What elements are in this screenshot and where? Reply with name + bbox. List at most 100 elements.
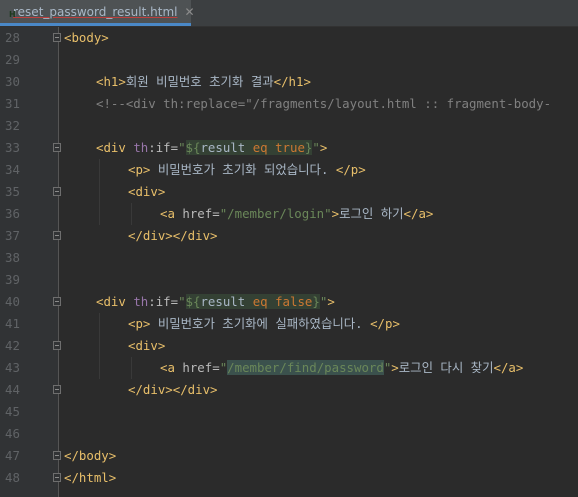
code-text: <a href="/member/find/password">로그인 다시 찾… bbox=[160, 357, 523, 379]
fold-marker-icon[interactable] bbox=[53, 385, 61, 394]
code-token: :if= bbox=[148, 140, 179, 155]
code-line[interactable]: 32 bbox=[0, 115, 578, 137]
line-number: 45 bbox=[5, 404, 20, 419]
line-number: 33 bbox=[5, 140, 20, 155]
code-token: <!--<div th:replace="/fragments/layout.h… bbox=[96, 96, 552, 111]
code-token: <div> bbox=[128, 338, 166, 353]
code-text: <div> bbox=[128, 335, 165, 357]
code-text: </div></div> bbox=[128, 225, 218, 247]
code-token: /member/find/password bbox=[227, 360, 384, 375]
fold-marker-icon[interactable] bbox=[53, 341, 61, 350]
code-line[interactable]: 36 <a href="/member/login">로그인 하기</a> bbox=[0, 203, 578, 225]
editor-tab-bar: reset_password_result.html ✕ bbox=[0, 0, 578, 27]
code-line[interactable]: 30 <h1>회원 비밀번호 초기화 결과</h1> bbox=[0, 71, 578, 93]
code-token: true bbox=[275, 140, 305, 155]
code-token: eq bbox=[252, 294, 276, 309]
code-text: </body> bbox=[64, 445, 116, 467]
code-token: </a> bbox=[403, 206, 434, 221]
line-number: 38 bbox=[5, 250, 20, 265]
fold-marker-icon[interactable] bbox=[53, 451, 61, 460]
code-line[interactable]: 40 <div th:if="${result eq false}"> bbox=[0, 291, 578, 313]
code-token: 로그인 다시 찾기 bbox=[398, 360, 494, 375]
code-line[interactable]: 31 <!--<div th:replace="/fragments/layout… bbox=[0, 93, 578, 115]
code-text: <p> 비밀번호가 초기화 되었습니다. </p> bbox=[128, 159, 366, 181]
code-text: <div> bbox=[128, 181, 165, 203]
code-token: result bbox=[200, 294, 253, 309]
code-line[interactable]: 41 <p> 비밀번호가 초기화에 실패하였습니다. </p> bbox=[0, 313, 578, 335]
code-line[interactable]: 28 <body> bbox=[0, 27, 578, 49]
code-token: <div> bbox=[128, 184, 166, 199]
line-number: 40 bbox=[5, 294, 20, 309]
code-token: </body> bbox=[64, 448, 117, 463]
code-token: eq bbox=[252, 140, 276, 155]
code-token: <body> bbox=[64, 30, 109, 45]
code-line[interactable]: 29 bbox=[0, 49, 578, 71]
fold-marker-icon[interactable] bbox=[53, 297, 61, 306]
line-number: 46 bbox=[5, 426, 20, 441]
code-token: > bbox=[327, 294, 335, 309]
code-text: <a href="/member/login">로그인 하기</a> bbox=[160, 203, 433, 225]
code-token: </a> bbox=[493, 360, 524, 375]
code-line[interactable]: 38 bbox=[0, 247, 578, 269]
code-line[interactable]: 47 </body> bbox=[0, 445, 578, 467]
fold-marker-icon[interactable] bbox=[53, 187, 61, 196]
close-icon[interactable]: ✕ bbox=[184, 5, 194, 19]
line-number: 35 bbox=[5, 184, 20, 199]
fold-marker-icon[interactable] bbox=[53, 473, 61, 482]
fold-marker-icon[interactable] bbox=[53, 143, 61, 152]
code-token: </h1> bbox=[273, 74, 311, 89]
code-token: result bbox=[200, 140, 253, 155]
code-token: 비밀번호가 초기화 되었습니다. bbox=[150, 162, 336, 177]
code-token: <a bbox=[160, 206, 183, 221]
line-number: 37 bbox=[5, 228, 20, 243]
code-line[interactable]: 48 </html> bbox=[0, 467, 578, 489]
code-line[interactable]: 45 bbox=[0, 401, 578, 423]
code-line[interactable]: 34 <p> 비밀번호가 초기화 되었습니다. </p> bbox=[0, 159, 578, 181]
line-number: 31 bbox=[5, 96, 20, 111]
code-token: } bbox=[312, 294, 320, 309]
code-token: <a bbox=[160, 360, 183, 375]
tab-filename: reset_password_result.html bbox=[13, 4, 178, 19]
code-line[interactable]: 39 bbox=[0, 269, 578, 291]
code-token: 비밀번호가 초기화에 실패하였습니다. bbox=[150, 316, 371, 331]
fold-marker-icon[interactable] bbox=[53, 33, 61, 42]
code-token: > bbox=[391, 360, 399, 375]
code-token: <h1> bbox=[96, 74, 126, 89]
code-text: <body> bbox=[64, 27, 109, 49]
code-token: > bbox=[331, 206, 340, 221]
code-text: <!--<div th:replace="/fragments/layout.h… bbox=[96, 93, 551, 115]
code-token: "/member/login" bbox=[219, 206, 332, 221]
line-number: 44 bbox=[5, 382, 20, 397]
line-number: 29 bbox=[5, 52, 20, 67]
code-token: </div></div> bbox=[128, 228, 218, 243]
code-line[interactable]: 44 </div></div> bbox=[0, 379, 578, 401]
code-token: ${ bbox=[185, 294, 201, 309]
line-number: 47 bbox=[5, 448, 20, 463]
code-line[interactable]: 35 <div> bbox=[0, 181, 578, 203]
code-line[interactable]: 37 </div></div> bbox=[0, 225, 578, 247]
code-token: ${ bbox=[185, 140, 201, 155]
code-editor[interactable]: 28 <body> 29 30 <h1>회원 비밀번호 초기화 결과</h1> 31 <!-… bbox=[0, 27, 578, 497]
code-token: th bbox=[133, 140, 149, 155]
code-token: href= bbox=[182, 206, 220, 221]
code-token: <div bbox=[96, 140, 134, 155]
tab-reset-password-result[interactable]: reset_password_result.html ✕ bbox=[0, 0, 195, 26]
code-token: > bbox=[319, 140, 328, 155]
code-token: " bbox=[312, 140, 320, 155]
line-number: 41 bbox=[5, 316, 20, 331]
code-token: :if= bbox=[148, 294, 179, 309]
line-number: 48 bbox=[5, 470, 20, 485]
line-number: 34 bbox=[5, 162, 20, 177]
line-number: 32 bbox=[5, 118, 20, 133]
code-token: th bbox=[133, 294, 149, 309]
code-line[interactable]: 43 <a href="/member/find/password">로그인 다시… bbox=[0, 357, 578, 379]
code-line[interactable]: 42 <div> bbox=[0, 335, 578, 357]
line-number: 42 bbox=[5, 338, 20, 353]
fold-marker-icon[interactable] bbox=[53, 231, 61, 240]
code-text: <p> 비밀번호가 초기화에 실패하였습니다. </p> bbox=[128, 313, 400, 335]
code-token: <p> bbox=[128, 162, 151, 177]
line-number: 43 bbox=[5, 360, 20, 375]
code-line[interactable]: 33 <div th:if="${result eq true}"> bbox=[0, 137, 578, 159]
line-number: 36 bbox=[5, 206, 20, 221]
code-line[interactable]: 46 bbox=[0, 423, 578, 445]
